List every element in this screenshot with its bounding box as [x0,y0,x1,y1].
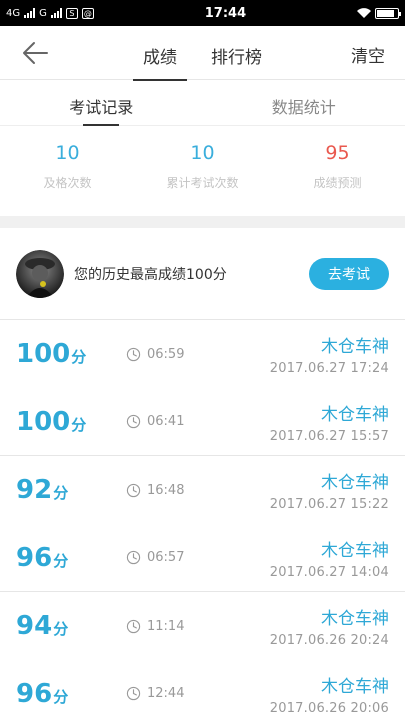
score-unit: 分 [53,484,69,502]
clock-icon [126,483,141,497]
record-date: 2017.06.27 17:24 [269,361,389,376]
stat-total-exams: 10 累计考试次数 [135,126,270,216]
record-meta: 木仓车神 2017.06.27 15:22 [270,468,389,512]
score-value: 100 [16,406,71,437]
network-label-4g: 4G [6,7,21,19]
score-value: 92 [16,475,53,505]
tab-scores[interactable]: 成绩 [133,26,187,81]
score-value: 96 [16,542,53,573]
record-date: 2017.06.27 15:22 [269,497,389,512]
duration-value: 06:57 [147,550,185,565]
score-unit: 分 [53,551,69,570]
duration-value: 12:44 [147,686,185,701]
record-date: 2017.06.26 20:06 [269,700,389,716]
signal-icon [24,8,36,18]
score-value: 96 [16,678,53,709]
signal-icon-2 [50,8,62,18]
status-left: 4G G S @ [6,7,94,19]
nav-tabs: 成绩 排行榜 [0,26,405,81]
wifi-icon [356,8,371,18]
best-score-text: 您的历史最高成绩100分 [74,266,227,283]
record-row[interactable]: 100分 06:59 木仓车神 2017.06.27 17:24 [0,320,405,388]
record-score: 100分 [16,339,126,369]
clock-icon [126,619,141,633]
score-value: 100 [16,339,71,369]
record-row[interactable]: 94分 11:14 木仓车神 2017.06.26 20:24 [0,592,405,660]
tab-data-statistics[interactable]: 数据统计 [203,80,405,125]
stat-pass-count: 10 及格次数 [0,126,135,216]
record-score: 96分 [16,679,126,709]
record-user: 木仓车神 [321,540,389,561]
record-row[interactable]: 96分 06:57 木仓车神 2017.06.27 14:04 [0,524,405,592]
score-unit: 分 [71,415,87,434]
duration-value: 11:14 [147,618,185,634]
record-row[interactable]: 100分 06:41 木仓车神 2017.06.27 15:57 [0,388,405,456]
record-user: 木仓车神 [321,676,389,697]
sub-tabs: 考试记录 数据统计 [0,80,405,126]
record-meta: 木仓车神 2017.06.26 20:06 [270,672,389,716]
top-nav: 成绩 排行榜 清空 [0,26,405,81]
status-bar: 4G G S @ 17:44 [0,0,405,26]
record-duration: 12:44 [126,686,246,701]
sim-icon: S [65,7,78,19]
stat-label: 成绩预测 [313,176,362,190]
message-icon: @ [81,7,94,19]
exam-records-list: 100分 06:59 木仓车神 2017.06.27 17:24 100分 06:41 木仓… [0,320,405,720]
network-label-g: G [39,7,47,19]
record-meta: 木仓车神 2017.06.26 20:24 [270,604,389,648]
avatar [16,249,64,298]
record-date: 2017.06.26 20:24 [269,633,389,648]
duration-value: 06:59 [147,346,185,362]
clock-icon [126,347,141,361]
record-date: 2017.06.27 14:04 [269,564,389,580]
record-score: 96分 [16,543,126,573]
record-row[interactable]: 92分 16:48 木仓车神 2017.06.27 15:22 [0,456,405,524]
status-time: 17:44 [204,5,247,21]
record-duration: 11:14 [126,619,246,634]
record-score: 100分 [16,407,126,437]
record-duration: 06:41 [126,414,246,429]
record-duration: 16:48 [126,483,246,498]
best-score-banner: 您的历史最高成绩100分 去考试 [0,228,405,320]
duration-value: 06:41 [147,414,185,429]
record-user: 木仓车神 [321,404,389,425]
record-duration: 06:57 [126,550,246,565]
record-date: 2017.06.27 15:57 [269,428,389,444]
take-exam-button[interactable]: 去考试 [309,257,389,290]
tab-exam-records[interactable]: 考试记录 [0,80,203,126]
stat-value: 10 [55,142,80,164]
clock-icon [126,414,141,429]
stat-value: 10 [190,142,215,164]
stat-label: 累计考试次数 [166,176,239,190]
section-divider [0,216,405,228]
status-right [356,7,401,19]
record-meta: 木仓车神 2017.06.27 15:57 [270,400,389,444]
stat-label: 及格次数 [43,176,92,190]
stat-value: 95 [325,142,350,164]
record-score: 94分 [16,611,126,641]
clock-icon [126,686,141,701]
record-duration: 06:59 [126,347,246,362]
record-user: 木仓车神 [321,609,389,629]
record-user: 木仓车神 [321,473,389,493]
record-row[interactable]: 96分 12:44 木仓车神 2017.06.26 20:06 [0,660,405,720]
score-unit: 分 [71,348,87,366]
stats-panel: 10 及格次数 10 累计考试次数 95 成绩预测 [0,126,405,216]
score-unit: 分 [53,620,69,638]
record-user: 木仓车神 [321,337,389,357]
score-unit: 分 [53,687,69,706]
battery-icon [374,7,401,19]
score-value: 94 [16,611,53,641]
tab-leaderboard[interactable]: 排行榜 [211,26,262,80]
record-meta: 木仓车神 2017.06.27 14:04 [270,536,389,580]
duration-value: 16:48 [147,482,185,498]
record-score: 92分 [16,475,126,505]
record-meta: 木仓车神 2017.06.27 17:24 [270,332,389,376]
clear-button[interactable]: 清空 [351,42,385,67]
stat-score-prediction: 95 成绩预测 [270,126,405,216]
clock-icon [126,550,141,565]
